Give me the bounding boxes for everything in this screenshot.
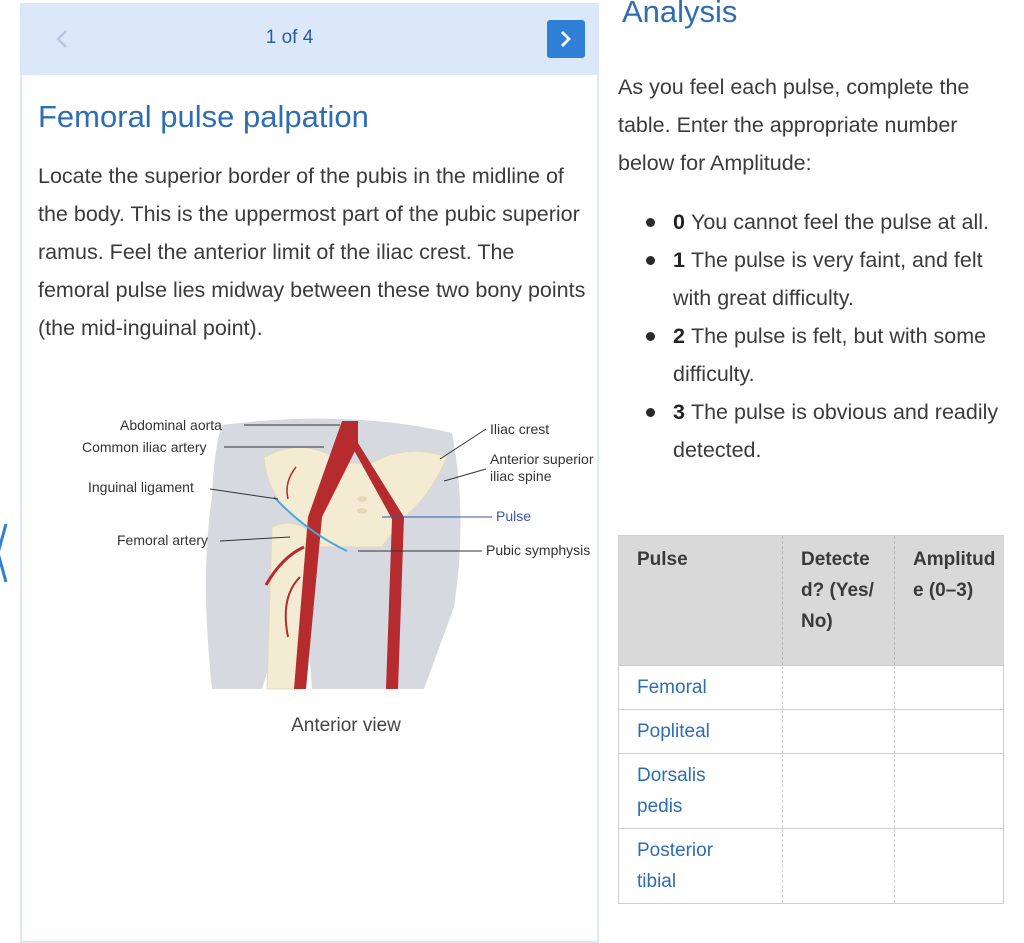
level-number: 0 xyxy=(673,210,685,234)
anatomy-figure: Abdominal aorta Common iliac artery Ingu… xyxy=(52,407,594,737)
cell-amplitude-input[interactable] xyxy=(894,665,1004,710)
label-pulse: Pulse xyxy=(496,508,532,524)
next-button[interactable] xyxy=(547,20,585,58)
pulse-table: Pulse Detected? (Yes/No) Amplitude (0–3)… xyxy=(618,535,1004,904)
header-amplitude: Amplitude (0–3) xyxy=(894,535,1004,666)
cell-detected-input[interactable] xyxy=(782,709,895,754)
cell-detected-input[interactable] xyxy=(782,753,895,829)
cell-pulse-dorsalis-pedis: Dorsalis pedis xyxy=(618,753,783,829)
cell-pulse-femoral: Femoral xyxy=(618,665,783,710)
cell-amplitude-input[interactable] xyxy=(894,709,1004,754)
label-iliac-crest: Iliac crest xyxy=(490,421,550,437)
level-text: You cannot feel the pulse at all. xyxy=(690,210,990,234)
label-asis-line2: iliac spine xyxy=(490,468,552,484)
level-number: 1 xyxy=(673,248,685,272)
cell-detected-input[interactable] xyxy=(782,665,895,710)
cell-amplitude-input[interactable] xyxy=(894,828,1004,904)
label-femoral-artery: Femoral artery xyxy=(117,532,209,548)
label-pubic-symphysis: Pubic symphysis xyxy=(486,542,591,558)
level-text: The pulse is felt, but with some difficu… xyxy=(673,324,987,386)
chevron-right-icon xyxy=(561,31,571,47)
level-number: 3 xyxy=(673,400,685,424)
pager-indicator: 1 of 4 xyxy=(265,27,314,48)
cell-pulse-posterior-tibial: Posterior tibial xyxy=(618,828,783,904)
list-item: 1 The pulse is very faint, and felt with … xyxy=(646,241,1016,317)
level-text: The pulse is obvious and readily detecte… xyxy=(673,400,999,462)
cell-amplitude-input[interactable] xyxy=(894,753,1004,829)
label-asis-line1: Anterior superior xyxy=(490,451,594,467)
list-item: 0 You cannot feel the pulse at all. xyxy=(646,203,1016,241)
list-item: 2 The pulse is felt, but with some diffic… xyxy=(646,317,1016,393)
header-detected: Detected? (Yes/No) xyxy=(782,535,895,666)
label-common-iliac-artery: Common iliac artery xyxy=(82,439,207,455)
label-abdominal-aorta: Abdominal aorta xyxy=(120,417,222,433)
table-row: Popliteal xyxy=(618,709,1004,754)
table-header-row: Pulse Detected? (Yes/No) Amplitude (0–3) xyxy=(618,535,1004,666)
level-number: 2 xyxy=(673,324,685,348)
figure-caption: Anterior view xyxy=(291,715,401,736)
table-row: Femoral xyxy=(618,665,1004,710)
carousel-card: 1 of 4 Femoral pulse palpation Locate th… xyxy=(20,3,599,943)
carousel-header: 1 of 4 xyxy=(22,3,597,75)
amplitude-levels-list: 0 You cannot feel the pulse at all. 1 The … xyxy=(646,203,1016,469)
cell-detected-input[interactable] xyxy=(782,828,895,904)
card-body-text: Locate the superior border of the pubis … xyxy=(38,164,586,340)
table-row: Posterior tibial xyxy=(618,828,1004,904)
label-inguinal-ligament: Inguinal ligament xyxy=(88,479,194,495)
cell-pulse-popliteal: Popliteal xyxy=(618,709,783,754)
list-item: 3 The pulse is obvious and readily detect… xyxy=(646,393,1016,469)
card-title: Femoral pulse palpation xyxy=(38,99,369,134)
table-row: Dorsalis pedis xyxy=(618,753,1004,829)
chevron-left-icon[interactable] xyxy=(0,522,10,584)
header-pulse: Pulse xyxy=(618,535,783,666)
level-text: The pulse is very faint, and felt with g… xyxy=(673,248,983,310)
analysis-title: Analysis xyxy=(622,0,738,29)
analysis-intro: As you feel each pulse, complete the tab… xyxy=(618,75,970,175)
